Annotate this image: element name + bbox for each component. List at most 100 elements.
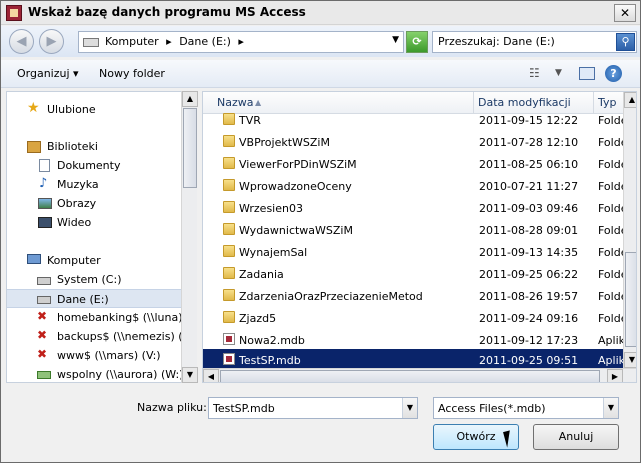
file-row[interactable]: Wrzesien03 2011-09-03 09:46 Folde bbox=[203, 197, 627, 219]
search-placeholder: Przeszukaj: Dane (E:) bbox=[438, 35, 555, 48]
scroll-down-icon[interactable]: ▼ bbox=[182, 367, 198, 383]
organize-dropdown-icon: ▾ bbox=[73, 67, 79, 80]
column-header-type[interactable]: Typ bbox=[598, 96, 617, 109]
search-icon[interactable]: ⚲ bbox=[616, 33, 635, 51]
scroll-thumb[interactable] bbox=[625, 252, 636, 347]
scroll-down-icon[interactable]: ▼ bbox=[624, 352, 636, 368]
back-button[interactable]: ◀ bbox=[9, 29, 34, 54]
file-date: 2010-07-21 11:27 bbox=[479, 180, 579, 193]
pictures-icon bbox=[38, 198, 52, 209]
file-name: ViewerForPDinWSZiM bbox=[239, 158, 357, 171]
sidebar-item-video[interactable]: Wideo bbox=[7, 213, 181, 232]
filter-dropdown-icon[interactable]: ▼ bbox=[603, 398, 618, 418]
file-row[interactable]: WprowadzoneOceny 2010-07-21 11:27 Folde bbox=[203, 175, 627, 197]
sidebar-item-label: Obrazy bbox=[57, 197, 97, 210]
sidebar-item-homebanking[interactable]: ✖ homebanking$ (\\luna) (H: bbox=[7, 308, 181, 327]
file-name: WprowadzoneOceny bbox=[239, 180, 352, 193]
video-icon bbox=[38, 217, 52, 228]
command-bar: Organizuj ▾ Nowy folder ☷ ▼ ? bbox=[1, 60, 640, 88]
access-app-icon bbox=[6, 5, 22, 21]
sidebar-item-favorites[interactable]: ★ Ulubione bbox=[7, 100, 181, 119]
access-file-icon bbox=[223, 353, 235, 365]
filename-input[interactable] bbox=[208, 397, 418, 419]
breadcrumb: Komputer ▸ Dane (E:) ▸ bbox=[105, 35, 248, 48]
documents-icon bbox=[39, 159, 50, 172]
file-name: Wrzesien03 bbox=[239, 202, 303, 215]
file-date: 2011-09-24 09:16 bbox=[479, 312, 579, 325]
refresh-button[interactable]: ⟳ bbox=[406, 31, 428, 53]
file-date: 2011-09-13 14:35 bbox=[479, 246, 579, 259]
file-row[interactable]: TVR 2011-09-15 12:22 Folde bbox=[203, 109, 627, 131]
file-row[interactable]: ViewerForPDinWSZiM 2011-08-25 06:10 Fold… bbox=[203, 153, 627, 175]
address-bar[interactable]: Komputer ▸ Dane (E:) ▸ ▼ bbox=[78, 31, 404, 53]
drive-icon bbox=[83, 38, 99, 47]
column-header-date[interactable]: Data modyfikacji bbox=[478, 96, 571, 109]
file-row[interactable]: Zadania 2011-09-25 06:22 Folde bbox=[203, 263, 627, 285]
file-row[interactable]: WydawnictwaWSZiM 2011-08-28 09:01 Folde bbox=[203, 219, 627, 241]
file-row[interactable]: ZdarzeniaOrazPrzeciazenieMetod 2011-08-2… bbox=[203, 285, 627, 307]
scroll-up-icon[interactable]: ▲ bbox=[624, 92, 636, 108]
file-list-vertical-scrollbar[interactable]: ▲ ▼ bbox=[623, 92, 636, 368]
network-drive-icon bbox=[37, 371, 51, 379]
navigation-bar: ◀ ▶ Komputer ▸ Dane (E:) ▸ ▼ ⟳ Przeszuka… bbox=[1, 26, 640, 57]
view-options-icon[interactable]: ☷ bbox=[529, 66, 545, 80]
scroll-up-icon[interactable]: ▲ bbox=[182, 91, 198, 107]
file-date: 2011-09-25 09:51 bbox=[479, 354, 579, 367]
preview-pane-icon[interactable] bbox=[579, 67, 595, 80]
file-date: 2011-09-03 09:46 bbox=[479, 202, 579, 215]
sidebar-item-pictures[interactable]: Obrazy bbox=[7, 194, 181, 213]
new-folder-button[interactable]: Nowy folder bbox=[99, 67, 165, 80]
file-row[interactable]: Nowa2.mdb 2011-09-12 17:23 Aplika bbox=[203, 329, 632, 351]
file-name: TVR bbox=[239, 114, 261, 127]
file-name: Zadania bbox=[239, 268, 284, 281]
filename-dropdown-icon[interactable]: ▼ bbox=[402, 398, 417, 418]
sidebar-item-label: Muzyka bbox=[57, 178, 99, 191]
scroll-thumb[interactable] bbox=[183, 108, 197, 188]
drive-icon bbox=[37, 277, 51, 285]
file-type-filter[interactable]: Access Files(*.mdb) ▼ bbox=[433, 397, 619, 419]
access-file-icon bbox=[223, 333, 235, 345]
address-dropdown-icon[interactable]: ▼ bbox=[392, 35, 399, 45]
search-input[interactable]: Przeszukaj: Dane (E:) ⚲ bbox=[432, 31, 637, 53]
folder-icon bbox=[223, 201, 235, 213]
file-list: Nazwa ▲ Data modyfikacji Typ TVR 2011-09… bbox=[202, 91, 637, 383]
breadcrumb-separator[interactable]: ▸ bbox=[166, 35, 172, 48]
file-list-horizontal-scrollbar[interactable]: ◀ ▶ bbox=[203, 368, 636, 382]
sidebar-item-system-c[interactable]: System (C:) bbox=[7, 270, 181, 289]
navigation-pane-scrollbar[interactable]: ▲ ▼ bbox=[181, 91, 198, 383]
sidebar-item-www[interactable]: ✖ www$ (\\mars) (V:) bbox=[7, 346, 181, 365]
breadcrumb-drive-e[interactable]: Dane (E:) bbox=[179, 35, 231, 48]
file-row[interactable]: WynajemSal 2011-09-13 14:35 Folde bbox=[203, 241, 627, 263]
organize-button[interactable]: Organizuj ▾ bbox=[17, 67, 79, 80]
file-name: Zjazd5 bbox=[239, 312, 277, 325]
file-date: 2011-08-25 06:10 bbox=[479, 158, 579, 171]
sidebar-item-music[interactable]: ♪ Muzyka bbox=[7, 175, 181, 194]
cancel-button[interactable]: Anuluj bbox=[533, 424, 619, 450]
file-row[interactable]: VBProjektWSZiM 2011-07-28 12:10 Folde bbox=[203, 131, 627, 153]
sidebar-item-libraries[interactable]: Biblioteki bbox=[7, 137, 181, 156]
scroll-thumb[interactable] bbox=[220, 370, 600, 382]
sidebar-item-wspolny[interactable]: wspolny (\\aurora) (W:) bbox=[7, 365, 181, 382]
sidebar-item-documents[interactable]: Dokumenty bbox=[7, 156, 181, 175]
column-header-name[interactable]: Nazwa bbox=[217, 96, 253, 109]
folder-icon bbox=[223, 245, 235, 257]
forward-button[interactable]: ▶ bbox=[39, 29, 64, 54]
star-icon: ★ bbox=[27, 100, 40, 116]
breadcrumb-computer[interactable]: Komputer bbox=[105, 35, 159, 48]
scroll-left-icon[interactable]: ◀ bbox=[203, 369, 219, 382]
close-button[interactable]: ✕ bbox=[614, 4, 636, 22]
sidebar-item-backups[interactable]: ✖ backups$ (\\nemezis) (U:) bbox=[7, 327, 181, 346]
sidebar-item-label: Biblioteki bbox=[47, 140, 98, 153]
file-row[interactable]: Zjazd5 2011-09-24 09:16 Folde bbox=[203, 307, 627, 329]
sidebar-item-label: Komputer bbox=[47, 254, 101, 267]
view-dropdown-icon[interactable]: ▼ bbox=[555, 68, 571, 82]
folder-icon bbox=[223, 113, 235, 125]
sidebar-item-dane-e[interactable]: Dane (E:) bbox=[7, 289, 181, 308]
title-bar: Wskaż bazę danych programu MS Access ✕ bbox=[1, 1, 640, 25]
breadcrumb-separator[interactable]: ▸ bbox=[238, 35, 244, 48]
file-name: Nowa2.mdb bbox=[239, 334, 305, 347]
open-file-dialog: Wskaż bazę danych programu MS Access ✕ ◀… bbox=[0, 0, 641, 463]
sidebar-item-computer[interactable]: Komputer bbox=[7, 251, 181, 270]
help-icon[interactable]: ? bbox=[605, 65, 622, 82]
scroll-right-icon[interactable]: ▶ bbox=[607, 369, 623, 382]
